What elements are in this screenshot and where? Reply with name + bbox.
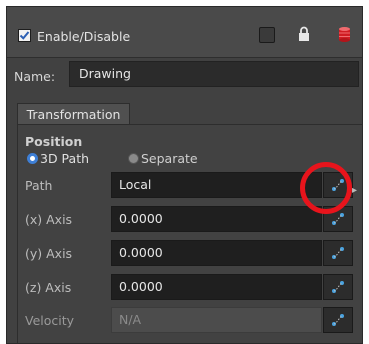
highlight-circle (300, 162, 352, 214)
position-heading: Position (25, 134, 83, 149)
function-curve-icon (332, 314, 344, 326)
path-field[interactable]: Local (111, 172, 322, 198)
enable-label: Enable/Disable (37, 29, 131, 44)
header-bar: Enable/Disable (7, 7, 362, 57)
radio-3d-path-label[interactable]: 3D Path (40, 151, 89, 166)
layer-properties-panel: Enable/Disable Name: Drawing Transformat… (6, 6, 363, 344)
square-toggle-icon[interactable] (259, 27, 275, 43)
lock-icon[interactable] (298, 26, 310, 42)
path-label: Path (25, 178, 53, 193)
z-axis-function-button[interactable] (323, 274, 353, 300)
name-label: Name: (14, 69, 56, 84)
x-axis-label: (x) Axis (25, 212, 73, 227)
arrow-right-icon[interactable]: ▸ (352, 185, 357, 196)
check-icon (19, 31, 30, 40)
y-axis-field[interactable]: 0.0000 (111, 240, 322, 266)
y-axis-label: (y) Axis (25, 246, 73, 261)
radio-3d-path[interactable] (27, 153, 38, 164)
function-curve-icon (332, 213, 344, 225)
z-axis-label: (z) Axis (25, 280, 72, 295)
function-curve-icon (332, 281, 344, 293)
radio-separate-label[interactable]: Separate (141, 151, 198, 166)
velocity-function-button[interactable] (323, 307, 353, 333)
enable-checkbox[interactable] (18, 29, 31, 42)
name-field[interactable]: Drawing (69, 61, 359, 87)
header-divider (7, 57, 362, 58)
tab-transformation[interactable]: Transformation (17, 103, 130, 125)
y-axis-function-button[interactable] (323, 240, 353, 266)
z-axis-field[interactable]: 0.0000 (111, 274, 322, 300)
function-curve-icon (332, 247, 344, 259)
radio-separate[interactable] (128, 153, 139, 164)
velocity-label: Velocity (25, 313, 75, 328)
database-icon[interactable] (338, 26, 351, 42)
velocity-field: N/A (111, 307, 322, 333)
x-axis-field[interactable]: 0.0000 (111, 206, 322, 232)
